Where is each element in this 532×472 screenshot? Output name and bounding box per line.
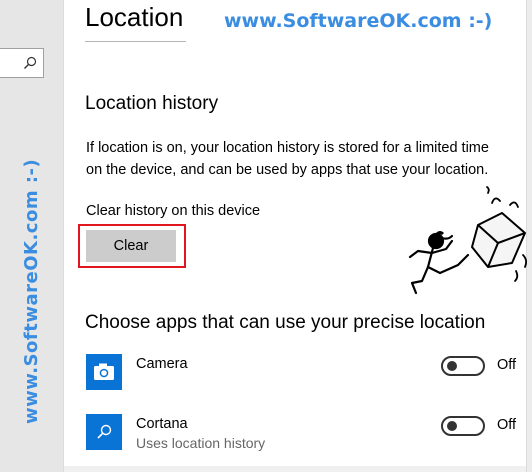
watermark-vertical: www.SoftwareOK.com :-) — [21, 158, 42, 424]
app-name-cortana: Cortana — [136, 416, 188, 432]
sidebar: www.SoftwareOK.com :-) — [0, 0, 64, 472]
title-underline — [85, 41, 186, 42]
stick-figure-kicking-box-illustration — [408, 186, 528, 295]
clear-button[interactable]: Clear — [86, 230, 176, 262]
toggle-knob — [447, 361, 457, 371]
cortana-location-toggle[interactable] — [441, 416, 485, 436]
toggle-knob — [447, 421, 457, 431]
camera-toggle-state: Off — [497, 357, 517, 373]
camera-icon — [94, 363, 114, 380]
window-bottom-edge — [64, 466, 526, 472]
clear-history-label: Clear history on this device — [86, 203, 261, 219]
app-row-cortana: Cortana Uses location history Off — [86, 414, 516, 454]
camera-app-tile — [86, 354, 122, 390]
app-name-camera: Camera — [136, 356, 188, 372]
page-title: Location — [85, 2, 184, 32]
location-history-heading: Location history — [85, 93, 219, 114]
app-subtitle-cortana: Uses location history — [136, 435, 266, 451]
search-icon[interactable] — [23, 56, 37, 70]
cortana-app-tile — [86, 414, 122, 450]
app-row-camera: Camera Off — [86, 354, 516, 394]
camera-location-toggle[interactable] — [441, 356, 485, 376]
choose-apps-heading: Choose apps that can use your precise lo… — [85, 312, 486, 333]
search-icon — [97, 424, 112, 439]
cortana-toggle-state: Off — [497, 417, 517, 433]
search-box[interactable] — [0, 48, 44, 78]
watermark-top: www.SoftwareOK.com :-) — [224, 10, 493, 32]
location-history-description: If location is on, your location history… — [86, 140, 489, 178]
